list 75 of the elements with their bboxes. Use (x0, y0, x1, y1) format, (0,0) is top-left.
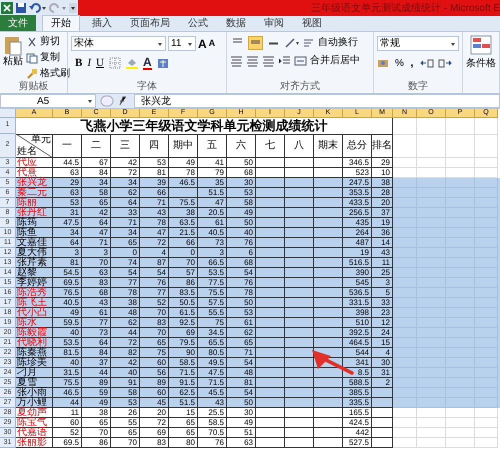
merge-icon (294, 54, 307, 66)
align-button[interactable] (248, 36, 263, 50)
table-cell: 63 (227, 438, 256, 448)
font-color-button[interactable]: A (142, 56, 152, 70)
window-title: 三年级语文单元测试成绩统计 - Microsoft E (311, 2, 500, 16)
copy-icon[interactable] (26, 52, 38, 64)
wrap-text-icon (302, 36, 315, 48)
borders-icon[interactable] (108, 57, 121, 70)
caret-icon (187, 40, 193, 46)
grid-cell[interactable] (475, 118, 498, 135)
table-cell: 80 (169, 438, 198, 448)
caret-icon (87, 98, 93, 104)
ribbon-tab[interactable]: 插入 (86, 15, 118, 31)
align-icon[interactable] (246, 54, 259, 66)
header-label: 姓名 (17, 146, 37, 157)
ribbon-tab[interactable]: 审阅 (258, 15, 290, 31)
ribbon-tab[interactable]: 开始 (42, 15, 80, 31)
conditional-format-icon[interactable] (470, 34, 492, 56)
font-size-field[interactable]: 11 (168, 36, 196, 51)
table-cell: 70 (111, 438, 140, 448)
paste-icon[interactable] (3, 34, 23, 56)
grow-font-button[interactable]: A (198, 38, 207, 50)
undo-icon[interactable] (28, 1, 48, 15)
group-label: 剪贴板 (18, 81, 50, 93)
table-cell: 83 (140, 438, 169, 448)
bold-button[interactable]: B (75, 55, 82, 72)
align-icon[interactable] (230, 54, 243, 66)
shrink-font-button[interactable]: A (208, 39, 216, 48)
merge-center-button[interactable]: 合并后居中 (310, 53, 360, 68)
indent-icon[interactable] (278, 54, 291, 66)
underline-button[interactable]: U (96, 55, 104, 72)
brush-icon[interactable] (26, 68, 38, 80)
cut-button[interactable]: 剪切 (40, 34, 60, 49)
group-label: 数字 (407, 81, 429, 93)
align-icon[interactable] (262, 54, 275, 66)
customize-icon[interactable] (68, 1, 78, 15)
sheet-title: 飞燕小学三年级语文学科单元检测成绩统计 (16, 118, 393, 135)
scissors-icon[interactable] (26, 36, 38, 48)
number-format-field[interactable]: 常规 (377, 36, 459, 51)
table-cell: 76 (198, 438, 227, 448)
fill-color-icon[interactable] (126, 57, 138, 70)
excel-icon[interactable] (0, 1, 14, 15)
grid-cell[interactable] (417, 118, 446, 135)
name-cell: 张丽影 (16, 438, 53, 448)
increase-decimal-icon[interactable] (420, 57, 434, 70)
grid-cell[interactable] (393, 118, 417, 135)
ribbon-tab[interactable]: 页面布局 (124, 15, 176, 31)
font-name-field[interactable]: 宋体 (71, 36, 166, 51)
group-label: 对齐方式 (278, 81, 321, 93)
comma-button[interactable]: , (408, 55, 416, 72)
name-box[interactable]: A5 (0, 94, 96, 108)
save-icon[interactable] (14, 1, 28, 15)
caret-icon (450, 40, 456, 46)
percent-button[interactable]: % (395, 56, 404, 71)
caret-icon (157, 40, 163, 46)
table-cell: 86 (82, 438, 111, 448)
table-cell: 527.5 (343, 438, 372, 448)
formula-field[interactable]: 张兴龙 (134, 94, 500, 108)
italic-button[interactable]: I (87, 55, 92, 72)
ribbon-tab[interactable]: 文件 (0, 15, 36, 31)
paste-label[interactable]: 粘贴 (3, 56, 23, 68)
decrease-decimal-icon[interactable] (438, 57, 452, 70)
copy-button[interactable]: 复制 (40, 50, 60, 65)
annotation-arrow (312, 350, 354, 375)
header-label: 单元 (31, 134, 51, 145)
ribbon-tab[interactable]: 视图 (296, 15, 328, 31)
group-label: 字体 (136, 81, 158, 93)
orientation-icon[interactable] (284, 36, 300, 48)
ribbon-tab[interactable]: 数据 (220, 15, 252, 31)
currency-icon[interactable] (377, 57, 391, 70)
grid-cell[interactable] (446, 118, 475, 135)
ribbon-tab[interactable]: 公式 (182, 15, 214, 31)
conditional-formatting-button[interactable]: 条件格 (466, 56, 496, 71)
table-cell: 69.5 (53, 438, 82, 448)
wrap-text-button[interactable]: 自动换行 (318, 35, 358, 50)
